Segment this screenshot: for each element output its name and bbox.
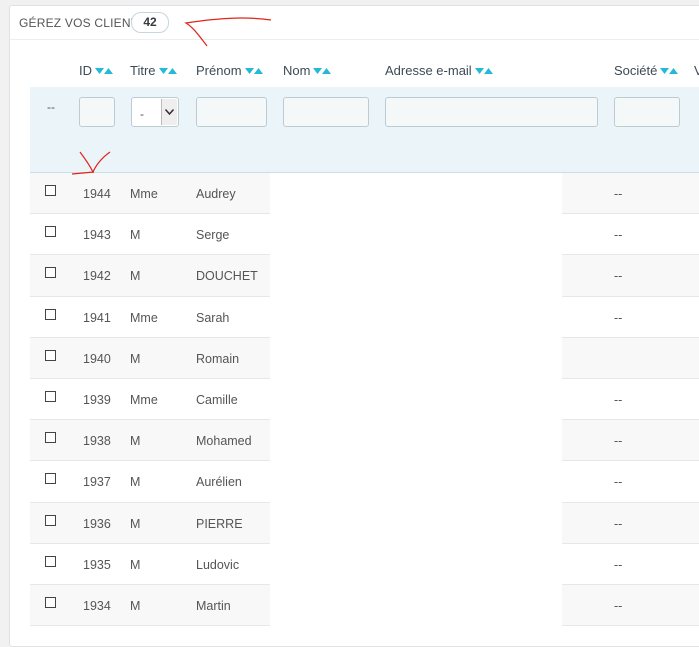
cell-titre: Mme: [130, 187, 158, 201]
sort-desc-icon[interactable]: [244, 67, 254, 74]
redacted-area: [270, 173, 562, 633]
sort-asc-icon[interactable]: [483, 67, 493, 74]
row-checkbox[interactable]: [45, 473, 56, 485]
customer-count-badge: 42: [131, 12, 169, 33]
sort-asc-icon[interactable]: [167, 67, 177, 74]
column-header-next: V: [694, 63, 699, 78]
row-checkbox[interactable]: [45, 514, 56, 526]
filter-email-input[interactable]: [385, 97, 598, 127]
cell-prenom: Mohamed: [196, 434, 252, 449]
panel-title: Gérez vos clients: [19, 16, 147, 30]
cell-societe: --: [614, 516, 623, 531]
sort-asc-icon[interactable]: [322, 67, 332, 74]
cell-id: 1937: [83, 475, 111, 490]
row-checkbox[interactable]: [45, 349, 56, 361]
chevron-down-icon: [165, 109, 174, 115]
sort-asc-icon[interactable]: [669, 67, 679, 74]
cell-titre: M: [130, 351, 141, 366]
cell-id: 1938: [83, 434, 111, 449]
column-header-societe-label: Société: [614, 63, 658, 78]
filter-id-input[interactable]: [79, 97, 115, 127]
cell-societe: --: [614, 228, 623, 243]
cell-id: 1939: [83, 392, 111, 407]
cell-prenom: Serge: [196, 228, 230, 243]
cell-societe: --: [614, 557, 623, 572]
cell-id: 1942: [83, 269, 111, 284]
cell-prenom: Romain: [196, 351, 240, 366]
row-checkbox[interactable]: [45, 432, 56, 444]
column-header-next-label: V: [694, 63, 699, 78]
sort-desc-icon[interactable]: [158, 67, 168, 74]
cell-id: 1940: [83, 351, 111, 366]
bulk-select-toggle[interactable]: --: [47, 100, 55, 114]
row-checkbox[interactable]: [45, 308, 56, 320]
row-checkbox[interactable]: [45, 596, 56, 608]
cell-id: 1943: [83, 228, 111, 243]
cell-id: 1934: [83, 598, 111, 613]
filter-nom-input[interactable]: [283, 97, 369, 127]
sort-asc-icon[interactable]: [253, 67, 263, 74]
filter-titre-select[interactable]: -: [131, 97, 179, 127]
cell-titre: M: [130, 557, 141, 572]
row-checkbox[interactable]: [45, 185, 56, 196]
cell-id: 1935: [83, 557, 111, 572]
cell-id: 1941: [83, 310, 111, 325]
row-checkbox[interactable]: [45, 390, 56, 402]
row-checkbox[interactable]: [45, 226, 56, 238]
cell-titre: M: [130, 598, 141, 613]
cell-societe: --: [614, 187, 623, 201]
sort-desc-icon[interactable]: [95, 67, 104, 74]
cell-titre: M: [130, 269, 141, 284]
column-header-email: Adresse e-mail: [385, 63, 493, 78]
cell-titre: M: [130, 228, 141, 243]
column-header-id: ID: [79, 63, 113, 78]
cell-prenom: Sarah: [196, 310, 230, 325]
panel-heading: Gérez vos clients 42: [10, 6, 699, 40]
column-header-nom: Nom: [283, 63, 332, 78]
sort-desc-icon[interactable]: [313, 67, 323, 74]
cell-titre: M: [130, 434, 141, 449]
row-checkbox[interactable]: [45, 555, 56, 567]
column-header-prenom: Prénom: [196, 63, 263, 78]
cell-titre: Mme: [130, 392, 158, 407]
column-header-societe: Société: [614, 63, 679, 78]
cell-societe: --: [614, 310, 623, 325]
column-header-prenom-label: Prénom: [196, 63, 242, 78]
sort-desc-icon[interactable]: [660, 67, 670, 74]
cell-prenom: Ludovic: [196, 557, 240, 572]
cell-societe: --: [614, 475, 623, 490]
cell-prenom: Audrey: [196, 187, 236, 201]
cell-prenom: PIERRE: [196, 516, 243, 531]
cell-societe: --: [614, 269, 623, 284]
filter-societe-input[interactable]: [614, 97, 680, 127]
row-checkbox[interactable]: [45, 267, 56, 279]
cell-societe: --: [614, 434, 623, 449]
cell-prenom: Martin: [196, 598, 231, 613]
column-header-nom-label: Nom: [283, 63, 311, 78]
cell-titre: Mme: [130, 310, 158, 325]
cell-prenom: Camille: [196, 392, 238, 407]
cell-titre: M: [130, 475, 141, 490]
cell-prenom: DOUCHET: [196, 269, 258, 284]
cell-titre: M: [130, 516, 141, 531]
filter-row: -- -: [30, 87, 699, 173]
cell-id: 1936: [83, 516, 111, 531]
column-header-titre-label: Titre: [130, 63, 156, 78]
column-header-id-label: ID: [79, 63, 92, 78]
filter-prenom-input[interactable]: [196, 97, 267, 127]
cell-prenom: Aurélien: [196, 475, 242, 490]
cell-societe: --: [614, 392, 623, 407]
dropdown-arrow: [161, 99, 177, 125]
sort-asc-icon[interactable]: [104, 67, 113, 74]
column-header-titre: Titre: [130, 63, 177, 78]
cell-societe: --: [614, 598, 623, 613]
column-header-email-label: Adresse e-mail: [385, 63, 472, 78]
filter-titre-value: -: [140, 107, 144, 121]
cell-id: 1944: [83, 187, 111, 201]
sort-desc-icon[interactable]: [474, 67, 484, 74]
